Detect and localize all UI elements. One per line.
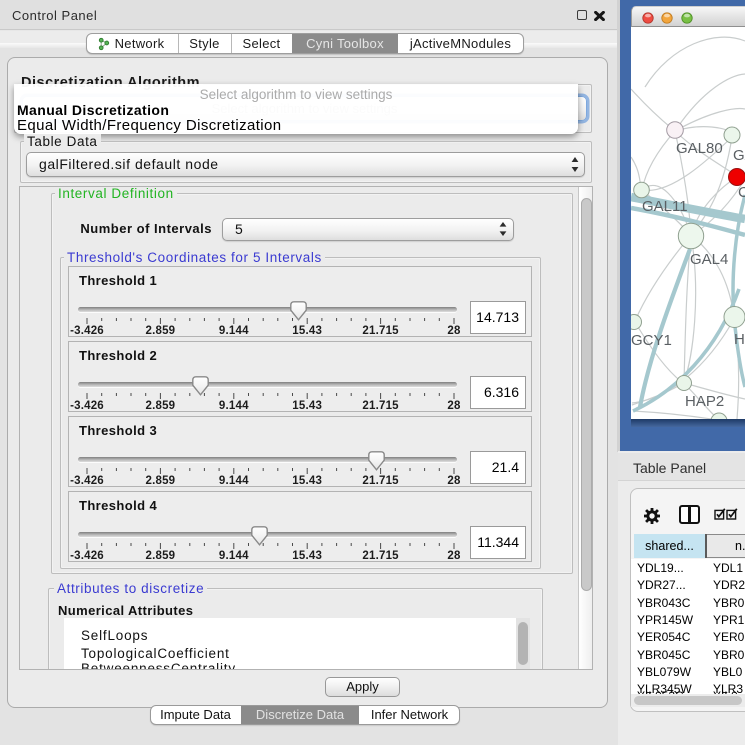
- svg-text:GA: GA: [733, 147, 745, 164]
- svg-text:GAL4: GAL4: [690, 251, 728, 268]
- svg-text:H: H: [734, 331, 745, 348]
- svg-text:GAL11: GAL11: [642, 198, 688, 215]
- svg-text:HAP2: HAP2: [685, 393, 724, 410]
- svg-text:GCY1: GCY1: [631, 332, 672, 349]
- svg-text:GAL80: GAL80: [676, 140, 723, 157]
- svg-text:C: C: [738, 184, 745, 201]
